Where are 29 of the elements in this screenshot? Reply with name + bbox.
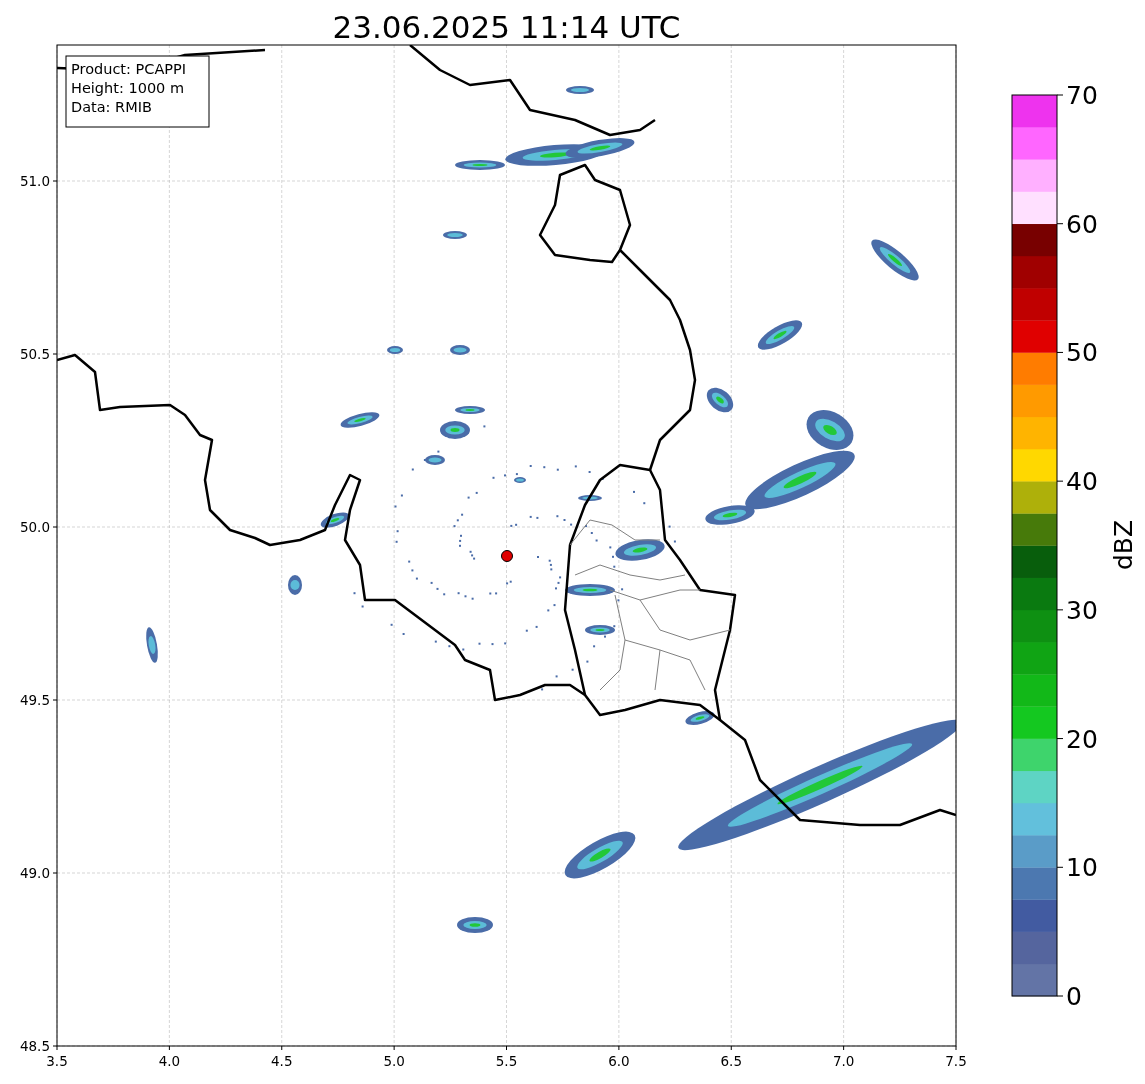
colorbar-tick-label: 50: [1066, 338, 1098, 368]
x-tick-label: 7.0: [832, 1053, 855, 1069]
radar-site-icon: [501, 550, 513, 562]
y-tick-label: 50.0: [19, 519, 50, 535]
chart-title: 23.06.2025 11:14 UTC: [332, 9, 681, 45]
colorbar-tick-label: 40: [1066, 467, 1098, 497]
info-text: Height: 1000 m: [71, 80, 185, 96]
x-tick-label: 5.0: [383, 1053, 405, 1069]
x-tick-label: 3.5: [46, 1053, 68, 1069]
colorbar-label: dBZ: [1109, 519, 1138, 571]
x-tick-label: 7.5: [945, 1053, 967, 1069]
x-tick-label: 4.5: [271, 1053, 293, 1069]
x-tick-label: 5.5: [495, 1053, 518, 1069]
y-tick-label: 49.5: [19, 692, 50, 708]
x-tick-label: 6.5: [720, 1053, 742, 1069]
y-tick-label: 51.0: [19, 173, 50, 189]
colorbar-tick-label: 10: [1066, 853, 1098, 883]
colorbar-tick-label: 30: [1066, 595, 1098, 625]
colorbar-tick-label: 0: [1066, 982, 1082, 1011]
y-tick-label: 48.5: [19, 1038, 50, 1054]
info-text: Product: PCAPPI: [71, 61, 187, 77]
x-tick-label: 4.0: [158, 1053, 181, 1069]
x-tick-label: 6.0: [608, 1053, 630, 1069]
colorbar-tick-label: 70: [1066, 81, 1098, 110]
info-text: Data: RMIB: [71, 99, 152, 115]
y-tick-label: 49.0: [19, 865, 50, 881]
colorbar-tick-label: 60: [1066, 209, 1098, 239]
y-tick-label: 50.5: [19, 346, 50, 362]
colorbar-tick-label: 20: [1066, 724, 1098, 754]
